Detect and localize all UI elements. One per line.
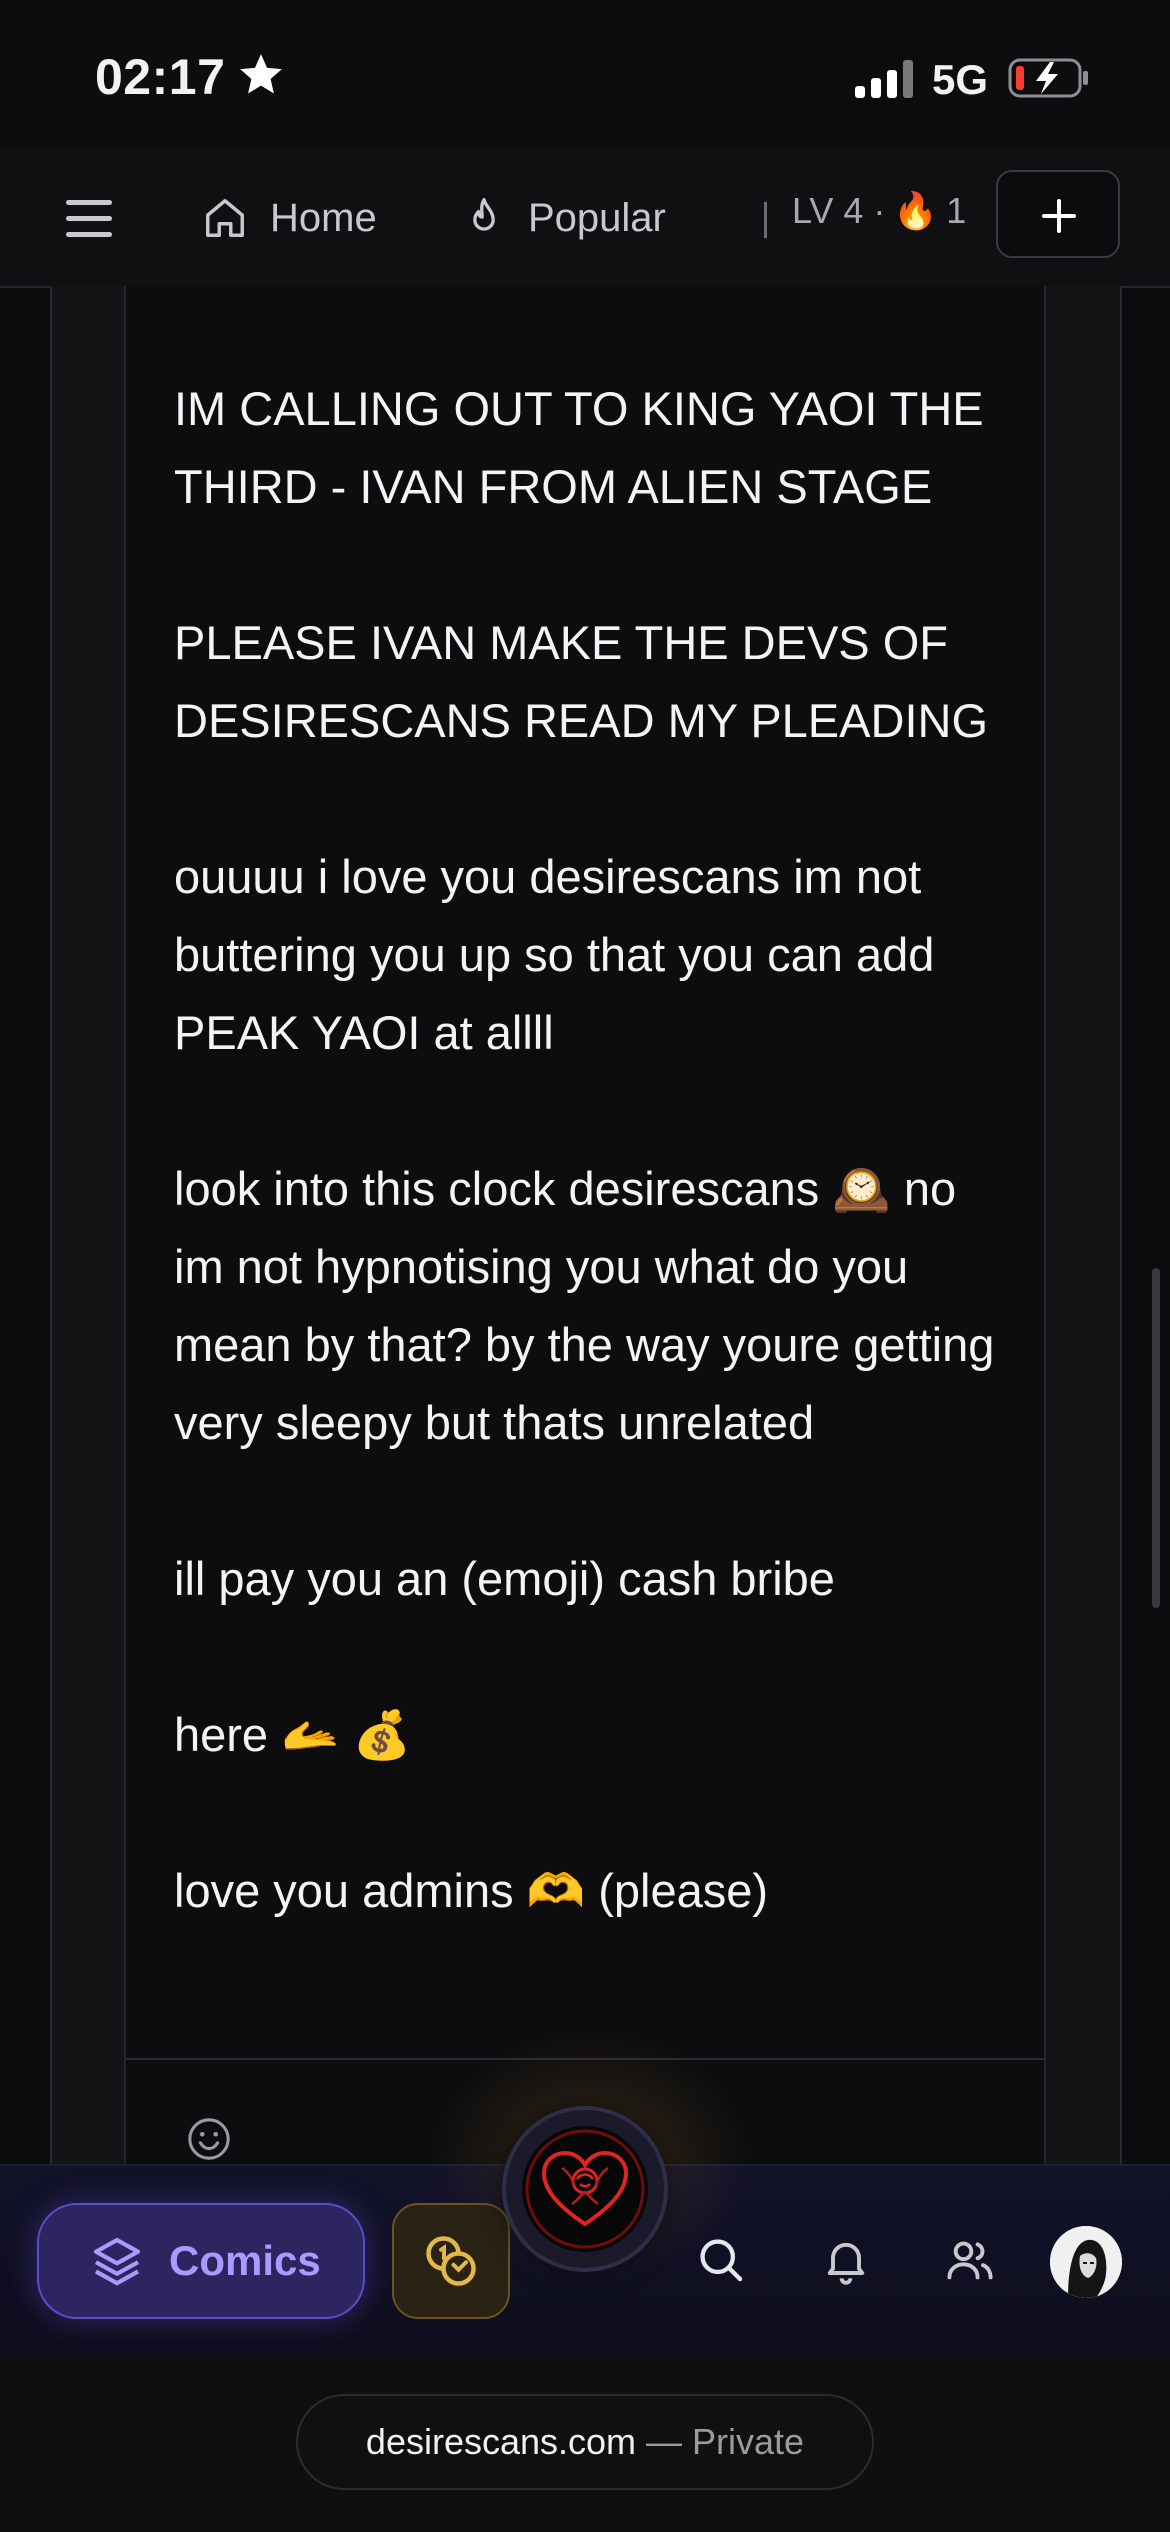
signal-icon xyxy=(855,60,915,98)
community-users-icon[interactable] xyxy=(944,2234,996,2286)
top-nav: Home Popular LV 4 · 🔥 1 xyxy=(0,150,1170,288)
address-domain: desirescans.com xyxy=(365,2421,637,2462)
level-streak-badge[interactable]: LV 4 · 🔥 1 xyxy=(792,190,966,232)
address-separator: — xyxy=(646,2421,683,2462)
star-icon xyxy=(240,54,282,94)
create-post-button[interactable] xyxy=(996,170,1120,258)
nav-divider xyxy=(764,202,767,238)
comment-paragraph: love you admins 🫶 (please) xyxy=(174,1864,769,1917)
status-bar: 02:17 5G xyxy=(0,0,1170,150)
fire-emoji-icon: 🔥 xyxy=(893,190,939,231)
layers-icon xyxy=(93,2237,141,2286)
comics-button[interactable]: Comics xyxy=(37,2203,365,2319)
home-icon xyxy=(206,199,244,237)
notifications-bell-icon[interactable] xyxy=(820,2234,872,2286)
level-text: LV 4 · xyxy=(792,190,886,231)
user-avatar[interactable] xyxy=(1050,2226,1122,2298)
hamburger-menu-icon[interactable] xyxy=(64,190,116,246)
comment-paragraph: ill pay you an (emoji) cash bribe xyxy=(174,1552,835,1605)
comment-paragraph: PLEASE IVAN MAKE THE DEVS OF DESIRESCANS… xyxy=(174,616,989,747)
nav-popular-label: Popular xyxy=(528,195,666,240)
comment-paragraph: ouuuu i love you desirescans im not butt… xyxy=(174,850,935,1059)
search-icon[interactable] xyxy=(695,2234,747,2286)
network-label: 5G xyxy=(932,56,989,103)
comment-paragraph: IM CALLING OUT TO KING YAOI THE THIRD - … xyxy=(174,382,984,513)
battery-charging-icon xyxy=(1008,58,1088,98)
comment-paragraph: look into this clock desirescans 🕰️ no i… xyxy=(174,1162,995,1449)
browsing-mode-label: Private xyxy=(692,2421,805,2462)
page-scrollbar[interactable] xyxy=(1152,1268,1160,1608)
streak-count: 1 xyxy=(946,190,967,231)
flame-icon xyxy=(473,198,495,231)
logo-badge xyxy=(522,2126,648,2252)
emoji-reaction-icon[interactable] xyxy=(186,2116,232,2162)
address-bar[interactable]: desirescans.com — Private xyxy=(296,2394,874,2490)
site-logo-button[interactable] xyxy=(502,2106,668,2272)
coins-icon xyxy=(426,2236,476,2286)
heart-rose-logo-icon xyxy=(525,2129,645,2249)
nav-popular-link[interactable]: Popular xyxy=(462,183,666,253)
status-time: 02:17 xyxy=(95,49,226,105)
comment-paragraph: here 🫴 💰 xyxy=(174,1708,412,1761)
coins-button[interactable] xyxy=(392,2203,510,2319)
nav-home-link[interactable]: Home xyxy=(202,183,377,253)
avatar-image xyxy=(1050,2226,1122,2298)
comment-body: IM CALLING OUT TO KING YAOI THE THIRD - … xyxy=(174,370,1014,2008)
comics-label: Comics xyxy=(169,2237,321,2284)
nav-home-label: Home xyxy=(270,195,377,240)
